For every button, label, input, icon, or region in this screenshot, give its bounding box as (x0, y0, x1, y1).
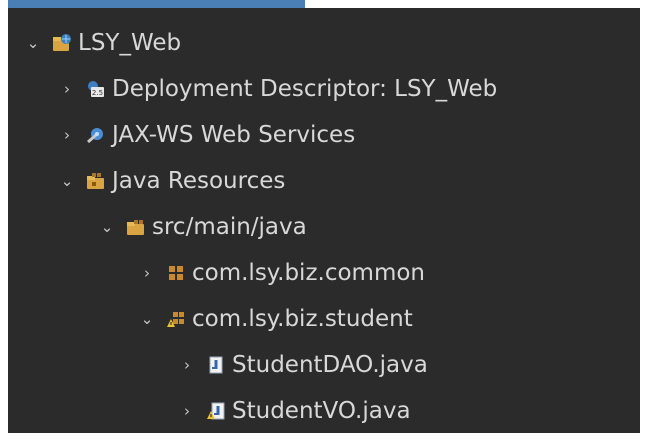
deployment-descriptor-icon: 2.5 (86, 79, 106, 99)
chevron-right-icon[interactable]: › (56, 126, 78, 144)
tree-item-label: StudentDAO.java (232, 352, 428, 378)
tree-item-label: LSY_Web (78, 30, 182, 56)
chevron-down-icon[interactable]: ⌄ (56, 172, 78, 190)
tree-item-label: src/main/java (152, 214, 307, 240)
tree-item-deployment-descriptor[interactable]: › 2.5 Deployment Descriptor: LSY_Web (56, 66, 497, 112)
web-services-icon (86, 125, 106, 145)
tree-item-package-common[interactable]: › com.lsy.biz.common (136, 250, 425, 296)
chevron-right-icon[interactable]: › (176, 402, 198, 420)
java-resources-icon (86, 171, 106, 191)
tree-item-label: Java Resources (112, 168, 286, 194)
tree-item-label: JAX-WS Web Services (112, 122, 356, 148)
tree-item-jaxws-web-services[interactable]: › JAX-WS Web Services (56, 112, 355, 158)
chevron-down-icon[interactable]: ⌄ (136, 310, 158, 328)
svg-text:2.5: 2.5 (92, 89, 103, 97)
tree-item-java-resources[interactable]: ⌄ Java Resources (56, 158, 286, 204)
package-icon (166, 263, 186, 283)
tree-item-src-main-java[interactable]: ⌄ src/main/java (96, 204, 307, 250)
java-file-warning-icon (206, 401, 226, 421)
tree-item-label: com.lsy.biz.student (192, 306, 413, 332)
left-border (0, 0, 8, 439)
chevron-down-icon[interactable]: ⌄ (22, 34, 44, 52)
chevron-down-icon[interactable]: ⌄ (96, 218, 118, 236)
java-file-icon (206, 355, 226, 375)
chevron-right-icon[interactable]: › (136, 264, 158, 282)
source-folder-icon (126, 217, 146, 237)
package-warning-icon (166, 309, 186, 329)
chevron-right-icon[interactable]: › (176, 356, 198, 374)
active-tab-indicator (0, 0, 305, 8)
tree-item-package-student[interactable]: ⌄ com.lsy.biz.student (136, 296, 413, 342)
tree-item-student-vo[interactable]: › StudentVO.java (176, 388, 411, 434)
right-border (640, 0, 645, 439)
tree-item-lsy-web[interactable]: ⌄ LSY_Web (22, 20, 181, 66)
tree-item-label: com.lsy.biz.common (192, 260, 425, 286)
chevron-right-icon[interactable]: › (56, 80, 78, 98)
project-tree: ⌄ LSY_Web › 2.5 Deployment Descriptor: L… (8, 8, 640, 433)
tree-item-label: StudentVO.java (232, 398, 411, 424)
web-project-icon (52, 33, 72, 53)
tree-item-student-dao[interactable]: › StudentDAO.java (176, 342, 428, 388)
tree-item-label: Deployment Descriptor: LSY_Web (112, 76, 498, 102)
project-explorer-panel: ⌄ LSY_Web › 2.5 Deployment Descriptor: L… (0, 0, 645, 439)
